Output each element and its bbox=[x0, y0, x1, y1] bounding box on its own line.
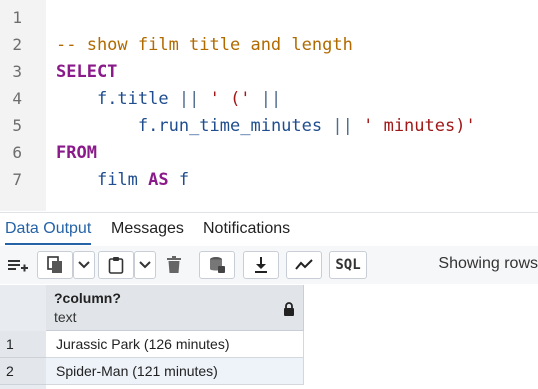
sql-operator: || bbox=[178, 89, 200, 109]
sql-operator: || bbox=[332, 116, 353, 136]
save-data-button[interactable] bbox=[199, 251, 235, 279]
sql-operator: || bbox=[260, 89, 282, 109]
copy-icon bbox=[47, 256, 62, 273]
table-row[interactable]: 1 Jurassic Park (126 minutes) bbox=[0, 331, 304, 358]
table-row[interactable]: 2 Spider-Man (121 minutes) bbox=[0, 358, 304, 385]
column-name: ?column? bbox=[54, 290, 121, 306]
line-number: 1 bbox=[12, 8, 22, 27]
line-number: 6 bbox=[12, 143, 22, 162]
tab-data-output[interactable]: Data Output bbox=[5, 213, 92, 245]
row-number[interactable]: 2 bbox=[0, 358, 46, 385]
graph-visualiser-button[interactable] bbox=[286, 251, 322, 279]
code-line-2[interactable]: -- show film title and length bbox=[56, 35, 353, 55]
tab-notifications[interactable]: Notifications bbox=[203, 213, 290, 245]
paste-options-dropdown[interactable] bbox=[134, 251, 156, 279]
result-tabs: Data Output Messages Notifications bbox=[0, 212, 538, 247]
add-row-icon bbox=[8, 260, 28, 272]
line-number: 7 bbox=[12, 170, 22, 189]
line-number: 3 bbox=[12, 62, 22, 81]
sql-table: film bbox=[96, 170, 138, 190]
save-data-icon bbox=[210, 257, 225, 273]
column-type: text bbox=[54, 309, 77, 325]
sql-field: f.run_time_minutes bbox=[137, 116, 323, 136]
sql-button[interactable]: SQL bbox=[329, 251, 367, 279]
graph-icon bbox=[295, 259, 313, 270]
sql-keyword-from: FROM bbox=[56, 143, 97, 163]
result-grid: ?column? text 1 Jurassic Park (126 minut… bbox=[0, 285, 538, 389]
data-toolbar: SQL Showing rows bbox=[0, 246, 538, 284]
sql-keyword-select: SELECT bbox=[56, 62, 118, 82]
paste-icon bbox=[108, 257, 124, 274]
delete-button[interactable] bbox=[159, 251, 189, 279]
code-line-3[interactable]: SELECT bbox=[56, 62, 117, 82]
delete-icon bbox=[167, 256, 181, 273]
sql-editor[interactable]: 1 2 3 4 5 6 7 -- show film title and len… bbox=[0, 0, 538, 211]
rows-status: Showing rows bbox=[438, 255, 538, 272]
paste-button[interactable] bbox=[98, 251, 134, 279]
copy-button[interactable] bbox=[37, 251, 73, 279]
code-line-4[interactable]: f.title || ' (' || bbox=[56, 89, 281, 109]
sql-keyword-as: AS bbox=[148, 170, 169, 190]
chevron-down-icon bbox=[78, 261, 90, 269]
code-line-5[interactable]: f.run_time_minutes || ' minutes)' bbox=[56, 116, 476, 136]
download-icon bbox=[255, 257, 267, 273]
copy-options-dropdown[interactable] bbox=[73, 251, 95, 279]
add-row-button[interactable] bbox=[2, 251, 34, 279]
tab-messages[interactable]: Messages bbox=[111, 213, 184, 245]
table-cell[interactable]: Jurassic Park (126 minutes) bbox=[46, 331, 304, 358]
column-header[interactable]: ?column? text bbox=[46, 285, 304, 331]
sql-alias: f bbox=[178, 170, 190, 190]
line-number-gutter: 1 2 3 4 5 6 7 bbox=[0, 0, 46, 211]
line-number: 5 bbox=[12, 116, 22, 135]
sql-string: ' minutes)' bbox=[363, 116, 476, 136]
sql-string: ' (' bbox=[209, 89, 251, 109]
line-number: 2 bbox=[12, 35, 22, 54]
code-line-7[interactable]: film AS f bbox=[56, 170, 189, 190]
line-number: 4 bbox=[12, 89, 22, 108]
download-button[interactable] bbox=[243, 251, 279, 279]
table-cell[interactable]: Spider-Man (121 minutes) bbox=[46, 358, 304, 385]
sql-field: f.title bbox=[96, 89, 169, 109]
chevron-down-icon bbox=[139, 261, 151, 269]
sql-comment: -- show film title and length bbox=[56, 35, 353, 55]
code-line-6[interactable]: FROM bbox=[56, 143, 97, 163]
row-number[interactable]: 1 bbox=[0, 331, 46, 358]
lock-icon bbox=[284, 302, 294, 316]
